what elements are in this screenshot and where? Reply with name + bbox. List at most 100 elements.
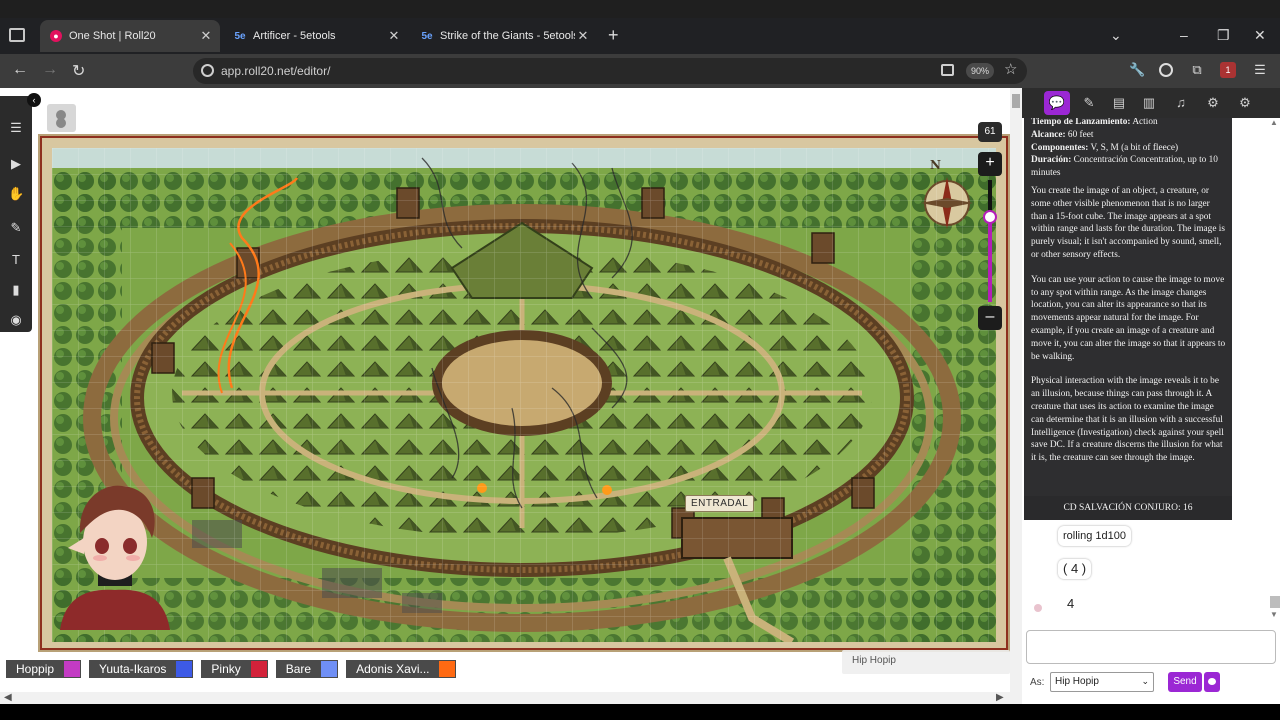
restore-icon[interactable]: ❐ (1217, 27, 1230, 44)
compass-north-label: N (930, 158, 941, 172)
zoom-slider-handle[interactable] (983, 209, 997, 224)
minimize-icon[interactable]: – (1180, 27, 1188, 43)
speaking-as-select[interactable]: Hip Hopip ⌄ (1050, 672, 1154, 692)
scroll-right-icon[interactable]: ▶ (996, 692, 1004, 703)
jukebox-tab-icon[interactable]: ♫ (1168, 91, 1194, 115)
journal-tab-icon[interactable]: ▤ (1106, 91, 1132, 115)
chat-scrollbar[interactable]: ▲ ▼ (1268, 118, 1280, 620)
tab-search-icon[interactable] (9, 28, 25, 42)
site-info-icon[interactable] (201, 64, 214, 77)
compendium-tab-icon[interactable]: ▥ (1136, 91, 1162, 115)
dice-icon[interactable]: ◉ (8, 312, 24, 328)
spell-paragraph-1: You create the image of an object, a cre… (1031, 185, 1225, 260)
speaking-as-label: As: (1030, 677, 1045, 688)
casting-time-value: Action (1132, 118, 1158, 127)
art-library-tab-icon[interactable]: ✎ (1076, 91, 1102, 115)
browser-tab-strike-of-giants[interactable]: 5e Strike of the Giants - 5etools ✕ (411, 20, 597, 52)
player-name: Adonis Xavi... (356, 662, 430, 676)
text-tool-icon[interactable]: T (8, 252, 24, 268)
canvas-horizontal-scrollbar[interactable]: ◀ ▶ (0, 692, 1022, 704)
left-toolbar: ☰ ▶ ✋ ✎ T ▮ ◉ (0, 96, 32, 332)
player-color-swatch (321, 661, 338, 677)
roll-detail[interactable]: ( 4 ) (1058, 559, 1092, 579)
chat-scroll-thumb[interactable] (1270, 596, 1280, 608)
zoom-slider-fill (988, 216, 992, 302)
tab-list-chevron-icon[interactable]: ⌄ (1110, 27, 1122, 44)
extensions-puzzle-icon[interactable]: ⧉ (1189, 62, 1205, 78)
sidebar-tab-bar: 💬 ✎ ▤ ▥ ♫ ⚙ ⚙ (1022, 88, 1280, 118)
vtt-canvas[interactable]: ☰ ▶ ✋ ✎ T ▮ ◉ ‹ N ENTRADAL 61 + – Hoppip… (0, 88, 1022, 704)
character-portrait[interactable] (60, 478, 170, 630)
battle-map[interactable]: N ENTRADAL (52, 148, 996, 642)
roll-avatar-icon (1034, 604, 1042, 612)
roll20-icon: ● (50, 30, 62, 42)
spell-save-dc: CD SALVACIÓN CONJURO: 16 (1024, 496, 1232, 520)
roll-text: rolling 1d100 (1058, 526, 1131, 546)
collapse-toolbar-icon[interactable]: ‹ (27, 93, 41, 107)
spell-paragraph-3: Physical interaction with the image reve… (1031, 376, 1224, 464)
profile-icon[interactable] (1159, 63, 1173, 77)
spell-paragraph-2: You can use your action to cause the ima… (1031, 274, 1226, 362)
pan-hand-icon[interactable]: ✋ (8, 186, 24, 202)
chat-tab-icon[interactable]: 💬 (1044, 91, 1070, 115)
player-chip[interactable]: Yuuta-Ikaros (89, 660, 194, 678)
install-app-icon[interactable] (941, 64, 954, 76)
back-arrow-icon[interactable]: ← (12, 61, 28, 79)
url-text: app.roll20.net/editor/ (221, 64, 331, 78)
extension-badge-icon[interactable]: 1 (1220, 62, 1236, 78)
player-chip[interactable]: Hoppip (6, 660, 82, 678)
close-window-icon[interactable]: ✕ (1254, 27, 1266, 44)
chat-input[interactable] (1026, 630, 1276, 664)
browser-menu-icon[interactable]: ☰ (1252, 62, 1268, 78)
browser-tab-roll20[interactable]: ● One Shot | Roll20 ✕ (40, 20, 220, 52)
emote-icon[interactable] (1204, 672, 1220, 692)
zoom-in-button[interactable]: + (978, 152, 1002, 176)
range-row: Alcance: 60 feet (1031, 129, 1226, 142)
zoom-badge[interactable]: 90% (966, 63, 995, 79)
player-chip[interactable]: Pinky (201, 660, 268, 678)
select-pointer-icon[interactable]: ▶ (8, 156, 24, 172)
close-tab-icon[interactable]: ✕ (575, 28, 591, 44)
player-chip[interactable]: Bare (275, 660, 339, 678)
scroll-up-icon[interactable]: ▲ (1270, 118, 1278, 127)
close-tab-icon[interactable]: ✕ (386, 28, 402, 44)
range-value: 60 feet (1067, 129, 1094, 140)
bookmark-star-icon[interactable]: ☆ (1004, 60, 1017, 78)
map-frame: N ENTRADAL (38, 134, 1010, 652)
scrollbar-thumb[interactable] (1012, 94, 1020, 108)
hamburger-menu-icon[interactable]: ☰ (8, 120, 24, 136)
address-bar[interactable]: app.roll20.net/editor/ 90% ☆ (193, 58, 1027, 84)
player-color-swatch (64, 661, 81, 677)
map-label-entradal[interactable]: ENTRADAL (685, 495, 755, 512)
new-tab-icon[interactable]: + (608, 26, 619, 44)
browser-toolbar: ← → ↻ app.roll20.net/editor/ 90% ☆ 🔧 ⧉ 1… (0, 54, 1280, 88)
zoom-slider[interactable] (983, 180, 997, 302)
tab-title: Strike of the Giants - 5etools (440, 30, 575, 42)
page-content: ☰ ▶ ✋ ✎ T ▮ ◉ ‹ N ENTRADAL 61 + – Hoppip… (0, 88, 1280, 704)
collection-tab-icon[interactable]: ⚙ (1200, 91, 1226, 115)
reload-icon[interactable]: ↻ (72, 61, 85, 81)
player-chip[interactable]: Adonis Xavi... (346, 660, 457, 678)
canvas-vertical-scrollbar[interactable] (1010, 88, 1022, 692)
player-color-swatch (439, 661, 456, 677)
scroll-left-icon[interactable]: ◀ (4, 692, 12, 703)
player-name: Hoppip (16, 662, 55, 676)
close-tab-icon[interactable]: ✕ (198, 28, 214, 44)
wrench-icon[interactable]: 🔧 (1129, 62, 1145, 78)
chevron-down-icon: ⌄ (1141, 676, 1149, 686)
zoom-out-button[interactable]: – (978, 306, 1002, 330)
5etools-icon: 5e (234, 30, 246, 42)
fortified-camp-illustration (52, 148, 996, 642)
range-label: Alcance: (1031, 129, 1066, 140)
spell-description-card: Tiempo de Lanzamiento: Action Alcance: 6… (1024, 118, 1232, 520)
forward-arrow-icon[interactable]: → (42, 61, 58, 79)
ruler-icon[interactable]: ▮ (8, 282, 24, 298)
settings-tab-icon[interactable]: ⚙ (1232, 91, 1258, 115)
send-button[interactable]: Send (1168, 672, 1202, 692)
scroll-down-icon[interactable]: ▼ (1270, 610, 1278, 619)
draw-brush-icon[interactable]: ✎ (8, 220, 24, 236)
browser-tab-artificer[interactable]: 5e Artificer - 5etools ✕ (224, 20, 408, 52)
components-value: V, S, M (a bit of fleece) (1090, 142, 1179, 153)
components-label: Componentes: (1031, 142, 1089, 153)
player-avatar-button[interactable] (47, 104, 76, 132)
